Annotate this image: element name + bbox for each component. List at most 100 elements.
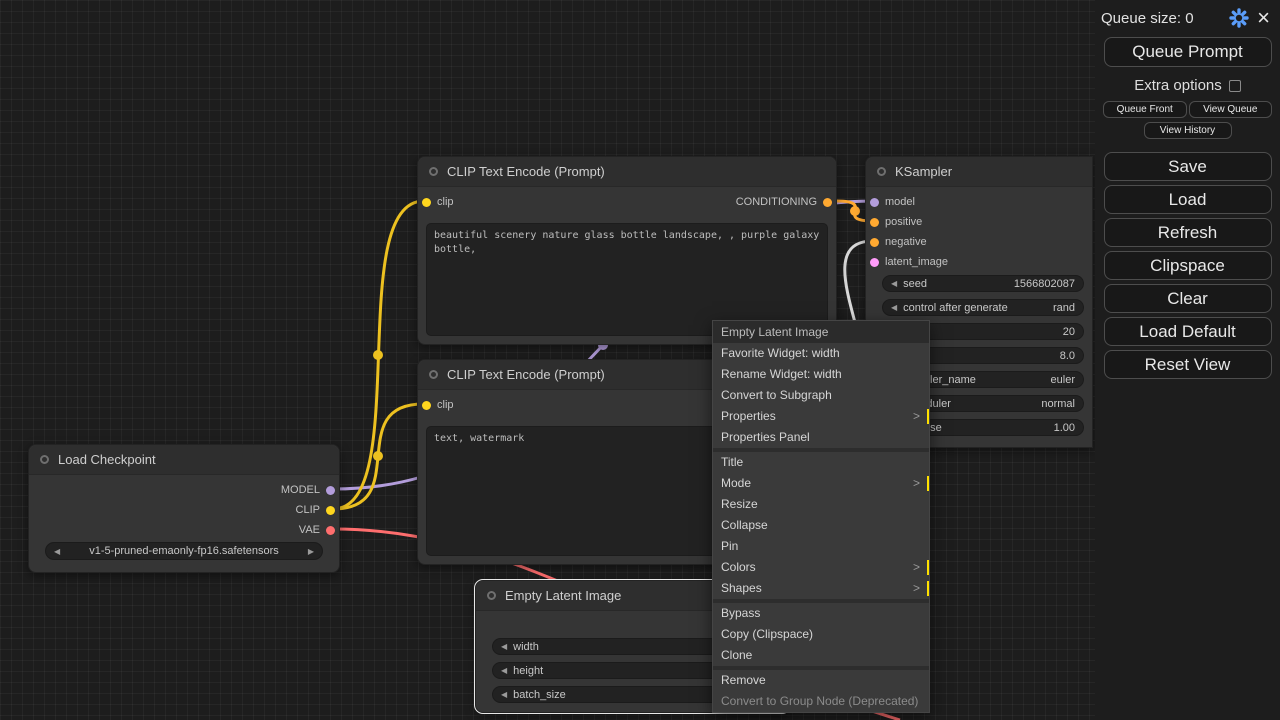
submenu-arrow-icon: >: [913, 473, 920, 494]
menu-item-convert-to-subgraph[interactable]: Convert to Subgraph: [713, 385, 929, 406]
save-button[interactable]: Save: [1104, 152, 1272, 181]
menu-item-clone[interactable]: Clone: [713, 645, 929, 666]
collapse-dot-icon[interactable]: [877, 167, 886, 176]
node-title: KSampler: [895, 164, 952, 179]
close-icon[interactable]: ×: [1257, 9, 1270, 27]
menu-item-properties[interactable]: Properties>: [713, 406, 929, 427]
node-title-bar[interactable]: CLIP Text Encode (Prompt): [418, 157, 836, 187]
menu-item-copy-clipspace[interactable]: Copy (Clipspace): [713, 624, 929, 645]
menu-item-mode[interactable]: Mode>: [713, 473, 929, 494]
link-dot: [850, 206, 860, 216]
submenu-tick: [927, 476, 929, 491]
settings-gear-icon[interactable]: [1229, 8, 1249, 28]
menu-item-label: Collapse: [721, 518, 768, 532]
input-port-clip[interactable]: clip: [422, 397, 454, 413]
menu-item-label: Title: [721, 455, 743, 469]
view-queue-button[interactable]: View Queue: [1189, 101, 1273, 118]
menu-item-rename-widget[interactable]: Rename Widget: width: [713, 364, 929, 385]
prev-arrow-icon[interactable]: ◀: [54, 547, 60, 556]
menu-item-label: Clone: [721, 648, 752, 662]
view-history-button[interactable]: View History: [1144, 122, 1232, 139]
comfyui-canvas[interactable]: CLIP Text Encode (Prompt) clip CONDITION…: [0, 0, 1280, 720]
decrement-arrow-icon[interactable]: ◀: [501, 642, 507, 651]
latent-port-icon[interactable]: [870, 258, 879, 267]
submenu-tick: [927, 581, 929, 596]
submenu-tick: [927, 409, 929, 424]
menu-item-convert-to-group-node[interactable]: Convert to Group Node (Deprecated): [713, 691, 929, 712]
ckpt-name-widget[interactable]: ◀ v1-5-pruned-emaonly-fp16.safetensors ▶: [45, 542, 323, 560]
menu-item-resize[interactable]: Resize: [713, 494, 929, 515]
menu-item-label: Properties: [721, 409, 776, 423]
collapse-dot-icon[interactable]: [429, 370, 438, 379]
menu-item-label: Colors: [721, 560, 756, 574]
menu-item-bypass[interactable]: Bypass: [713, 603, 929, 624]
clipspace-button[interactable]: Clipspace: [1104, 251, 1272, 280]
decrement-arrow-icon[interactable]: ◀: [891, 303, 897, 312]
input-port-latent-image[interactable]: latent_image: [870, 254, 948, 270]
input-port-negative[interactable]: negative: [870, 234, 927, 250]
queue-front-button[interactable]: Queue Front: [1103, 101, 1187, 118]
node-title-bar[interactable]: Load Checkpoint: [29, 445, 339, 475]
seed-widget[interactable]: ◀ seed 1566802087: [882, 275, 1084, 292]
conditioning-port-icon[interactable]: [870, 238, 879, 247]
output-port-clip[interactable]: CLIP: [296, 502, 335, 518]
collapse-dot-icon[interactable]: [429, 167, 438, 176]
menu-item-shapes[interactable]: Shapes >: [713, 578, 929, 599]
decrement-arrow-icon[interactable]: ◀: [501, 690, 507, 699]
node-clip-text-encode-positive[interactable]: CLIP Text Encode (Prompt) clip CONDITION…: [417, 156, 837, 345]
conditioning-port-icon[interactable]: [870, 218, 879, 227]
queue-size-label: Queue size: 0: [1101, 10, 1221, 27]
queue-prompt-button[interactable]: Queue Prompt: [1104, 37, 1272, 67]
menu-item-label: Pin: [721, 539, 738, 553]
load-button[interactable]: Load: [1104, 185, 1272, 214]
vae-port-icon[interactable]: [326, 526, 335, 535]
menu-item-properties-panel[interactable]: Properties Panel: [713, 427, 929, 448]
output-port-vae[interactable]: VAE: [299, 522, 335, 538]
menu-item-remove[interactable]: Remove: [713, 670, 929, 691]
output-port-conditioning[interactable]: CONDITIONING: [736, 194, 832, 210]
menu-item-label: Copy (Clipspace): [721, 627, 813, 641]
decrement-arrow-icon[interactable]: ◀: [891, 279, 897, 288]
node-title-bar[interactable]: KSampler: [866, 157, 1092, 187]
menu-item-collapse[interactable]: Collapse: [713, 515, 929, 536]
input-port-clip[interactable]: clip: [422, 194, 454, 210]
output-port-model[interactable]: MODEL: [281, 482, 335, 498]
menu-item-label: Shapes: [721, 581, 762, 595]
refresh-button[interactable]: Refresh: [1104, 218, 1272, 247]
menu-item-label: Rename Widget: width: [721, 367, 842, 381]
load-default-button[interactable]: Load Default: [1104, 317, 1272, 346]
submenu-tick: [927, 560, 929, 575]
conditioning-port-icon[interactable]: [823, 198, 832, 207]
input-port-positive[interactable]: positive: [870, 214, 922, 230]
node-title: CLIP Text Encode (Prompt): [447, 164, 605, 179]
port-label: negative: [885, 236, 927, 248]
input-port-model[interactable]: model: [870, 194, 915, 210]
reset-view-button[interactable]: Reset View: [1104, 350, 1272, 379]
submenu-arrow-icon: >: [913, 557, 920, 578]
port-label: model: [885, 196, 915, 208]
menu-item-pin[interactable]: Pin: [713, 536, 929, 557]
model-port-icon[interactable]: [326, 486, 335, 495]
submenu-arrow-icon: >: [913, 578, 920, 599]
collapse-dot-icon[interactable]: [487, 591, 496, 600]
node-load-checkpoint[interactable]: Load Checkpoint MODEL CLIP VAE ◀ v1-5-pr…: [28, 444, 340, 573]
link-dot: [373, 350, 383, 360]
menu-item-label: Remove: [721, 673, 766, 687]
model-port-icon[interactable]: [870, 198, 879, 207]
port-label: CONDITIONING: [736, 196, 817, 208]
extra-options-checkbox[interactable]: [1229, 80, 1241, 92]
clear-button[interactable]: Clear: [1104, 284, 1272, 313]
next-arrow-icon[interactable]: ▶: [308, 547, 314, 556]
menu-item-label: Convert to Subgraph: [721, 388, 832, 402]
clip-port-icon[interactable]: [326, 506, 335, 515]
decrement-arrow-icon[interactable]: ◀: [501, 666, 507, 675]
control-after-generate-widget[interactable]: ◀ control after generate rand: [882, 299, 1084, 316]
menu-item-colors[interactable]: Colors >: [713, 557, 929, 578]
clip-port-icon[interactable]: [422, 401, 431, 410]
port-label: positive: [885, 216, 922, 228]
menu-item-title[interactable]: Title: [713, 452, 929, 473]
menu-item-label: Convert to Group Node (Deprecated): [721, 694, 918, 708]
clip-port-icon[interactable]: [422, 198, 431, 207]
collapse-dot-icon[interactable]: [40, 455, 49, 464]
menu-item-favorite-widget[interactable]: Favorite Widget: width: [713, 343, 929, 364]
